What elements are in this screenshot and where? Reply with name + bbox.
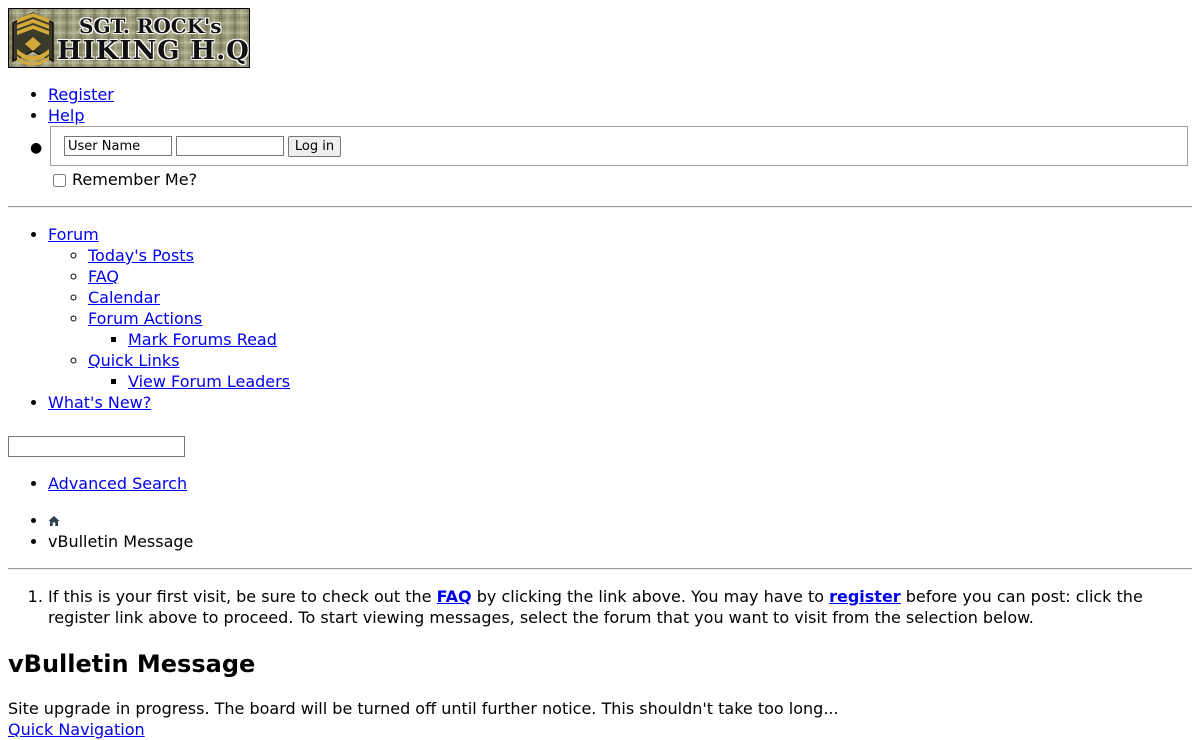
top-link-item: Register bbox=[48, 84, 114, 105]
message-body: Site upgrade in progress. The board will… bbox=[8, 699, 839, 718]
top-links: Register Help bbox=[48, 84, 114, 126]
forum-submenu: Today's Posts FAQ Calendar Forum Actions… bbox=[88, 245, 290, 392]
nav-item-forum: Forum Today's Posts FAQ Calendar Forum A… bbox=[48, 224, 290, 392]
forum-actions-link[interactable]: Forum Actions bbox=[88, 309, 202, 328]
login-bullet: ● bbox=[30, 140, 43, 156]
divider bbox=[8, 206, 1192, 208]
message-title: vBulletin Message bbox=[8, 650, 256, 678]
breadcrumb: vBulletin Message bbox=[48, 510, 193, 552]
notice-text: by clicking the link above. You may have… bbox=[471, 587, 830, 606]
faq-link[interactable]: FAQ bbox=[88, 267, 119, 286]
page: SGT. ROCK's HIKING H.Q. Register Help ● … bbox=[0, 0, 1200, 740]
notice-faq-link[interactable]: FAQ bbox=[437, 587, 472, 606]
register-link[interactable]: Register bbox=[48, 85, 114, 104]
divider bbox=[8, 568, 1192, 570]
sergeant-chevron-icon bbox=[12, 12, 54, 65]
nav-item-calendar: Calendar bbox=[88, 287, 290, 308]
remember-me-checkbox[interactable] bbox=[53, 174, 66, 187]
breadcrumb-home bbox=[48, 510, 193, 531]
notice-list: If this is your first visit, be sure to … bbox=[48, 586, 1188, 628]
search-input[interactable] bbox=[8, 436, 185, 457]
home-icon bbox=[48, 516, 60, 526]
quick-navigation-link[interactable]: Quick Navigation bbox=[8, 719, 145, 740]
view-forum-leaders-link[interactable]: View Forum Leaders bbox=[128, 372, 290, 391]
calendar-link[interactable]: Calendar bbox=[88, 288, 160, 307]
breadcrumb-current: vBulletin Message bbox=[48, 531, 193, 552]
first-visit-notice: If this is your first visit, be sure to … bbox=[48, 586, 1188, 628]
search-links: Advanced Search bbox=[48, 473, 187, 494]
main-nav: Forum Today's Posts FAQ Calendar Forum A… bbox=[48, 224, 290, 413]
help-link[interactable]: Help bbox=[48, 106, 84, 125]
advanced-search-item: Advanced Search bbox=[48, 473, 187, 494]
logo-text-line1: SGT. ROCK's bbox=[79, 14, 222, 38]
login-form: Log in bbox=[50, 126, 1188, 166]
nav-item-faq: FAQ bbox=[88, 266, 290, 287]
nav-item-mark-forums-read: Mark Forums Read bbox=[128, 329, 290, 350]
nav-item-view-forum-leaders: View Forum Leaders bbox=[128, 371, 290, 392]
login-button[interactable]: Log in bbox=[288, 136, 341, 157]
notice-register-link[interactable]: register bbox=[829, 587, 901, 606]
top-link-item: Help bbox=[48, 105, 114, 126]
nav-item-quick-links: Quick Links View Forum Leaders bbox=[88, 350, 290, 392]
todays-posts-link[interactable]: Today's Posts bbox=[88, 246, 194, 265]
logo-text-line2: HIKING H.Q. bbox=[57, 36, 250, 66]
password-input[interactable] bbox=[176, 136, 284, 156]
whats-new-link[interactable]: What's New? bbox=[48, 393, 151, 412]
site-logo[interactable]: SGT. ROCK's HIKING H.Q. bbox=[8, 8, 250, 68]
forum-actions-submenu: Mark Forums Read bbox=[128, 329, 290, 350]
quick-links-submenu: View Forum Leaders bbox=[128, 371, 290, 392]
nav-item-whats-new: What's New? bbox=[48, 392, 290, 413]
mark-forums-read-link[interactable]: Mark Forums Read bbox=[128, 330, 277, 349]
notice-text: If this is your first visit, be sure to … bbox=[48, 587, 437, 606]
breadcrumb-home-link[interactable] bbox=[48, 511, 60, 530]
nav-item-forum-actions: Forum Actions Mark Forums Read bbox=[88, 308, 290, 350]
remember-me[interactable]: Remember Me? bbox=[52, 170, 197, 190]
remember-me-label: Remember Me? bbox=[72, 170, 198, 189]
nav-item-todays-posts: Today's Posts bbox=[88, 245, 290, 266]
quick-links-link[interactable]: Quick Links bbox=[88, 351, 179, 370]
username-input[interactable] bbox=[64, 136, 172, 156]
advanced-search-link[interactable]: Advanced Search bbox=[48, 474, 187, 493]
forum-link[interactable]: Forum bbox=[48, 225, 99, 244]
